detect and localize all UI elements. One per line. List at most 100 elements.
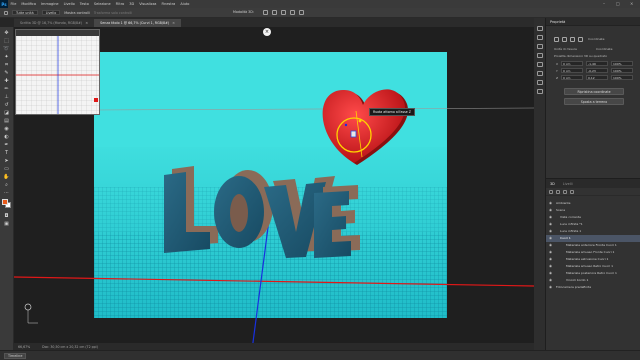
- mesh-filter-icon[interactable]: [556, 189, 560, 194]
- maximize-icon[interactable]: □: [616, 1, 620, 6]
- blur-tool-icon[interactable]: ◉: [3, 126, 10, 132]
- eye-icon[interactable]: ◉: [549, 243, 552, 247]
- show-controls-checkbox[interactable]: Mostra controlli: [64, 11, 90, 15]
- gradient-tool-icon[interactable]: ▤: [3, 118, 10, 124]
- auto-select-dropdown[interactable]: Tutte unità: [12, 10, 38, 15]
- layer-row[interactable]: ◉ Fotocamera predefinita: [546, 284, 640, 291]
- close-window-icon[interactable]: ×: [630, 1, 633, 6]
- mesh-icon[interactable]: [554, 37, 559, 42]
- styles-panel-icon[interactable]: [537, 71, 543, 76]
- layer-row[interactable]: ◉ Materiale smusso Fronte Cuori 1: [546, 249, 640, 256]
- crop-tool-icon[interactable]: ⌗: [3, 62, 10, 68]
- roll-3d-icon[interactable]: [272, 10, 277, 15]
- scale-3d-icon[interactable]: [299, 10, 304, 15]
- tab-layers[interactable]: Livelli: [563, 182, 573, 186]
- eye-icon[interactable]: ◉: [549, 278, 552, 282]
- eye-icon[interactable]: ◉: [549, 236, 552, 240]
- layer-row[interactable]: ◉ Materiale anteriore Fronte Cuori 1: [546, 242, 640, 249]
- quick-mask-icon[interactable]: ◘: [3, 213, 10, 219]
- menu-visualizza[interactable]: Visualizza: [137, 2, 159, 6]
- pos-y-input[interactable]: 0 cm: [561, 68, 583, 73]
- menu-finestra[interactable]: Finestra: [159, 2, 178, 6]
- screen-mode-icon[interactable]: ▣: [3, 221, 10, 227]
- eye-icon[interactable]: ◉: [549, 229, 552, 233]
- layer-row[interactable]: ◉ Vista corrente: [546, 214, 640, 221]
- eye-icon[interactable]: ◉: [549, 285, 552, 289]
- deform-icon[interactable]: [562, 37, 567, 42]
- brushes-panel-icon[interactable]: [537, 53, 543, 58]
- layer-row[interactable]: ◉ Scena: [546, 207, 640, 214]
- layer-row[interactable]: ◉ Ambiente: [546, 200, 640, 207]
- layer-row[interactable]: ◉ Materiale posteriore Retro Cuori 1: [546, 270, 640, 277]
- drag-3d-icon[interactable]: [281, 10, 286, 15]
- eye-icon[interactable]: ◉: [549, 264, 552, 268]
- close-icon[interactable]: ×: [85, 21, 88, 25]
- menu-3d[interactable]: 3D: [127, 2, 137, 6]
- orbit-3d-icon[interactable]: [263, 10, 268, 15]
- scale-y-input[interactable]: 100%: [611, 68, 633, 73]
- layer-row[interactable]: ◉ Luce infinita 1: [546, 228, 640, 235]
- magic-wand-icon[interactable]: ✦: [3, 54, 10, 60]
- coordinates-icon[interactable]: [578, 37, 583, 42]
- adjustments-panel-icon[interactable]: [537, 62, 543, 67]
- zoom-tool-icon[interactable]: ⌕: [3, 182, 10, 188]
- history-panel-icon[interactable]: [537, 26, 543, 31]
- move-to-ground-button[interactable]: Sposta a terreno: [564, 98, 624, 105]
- menu-file[interactable]: File: [8, 2, 19, 6]
- menu-selezione[interactable]: Selezione: [91, 2, 113, 6]
- tab-senza-titolo[interactable]: Senza titolo 1 @ 66,7% (Curvi 1, RGB/8#)…: [94, 19, 182, 27]
- minimize-icon[interactable]: –: [603, 1, 605, 6]
- shape-tool-icon[interactable]: ▭: [3, 166, 10, 172]
- menu-aiuto[interactable]: Aiuto: [178, 2, 192, 6]
- healing-brush-icon[interactable]: ✚: [3, 78, 10, 84]
- dodge-tool-icon[interactable]: ◐: [3, 134, 10, 140]
- zoom-level[interactable]: 66,67%: [18, 345, 30, 349]
- close-icon[interactable]: ×: [172, 21, 175, 25]
- menu-livello[interactable]: Livello: [61, 2, 77, 6]
- slide-3d-icon[interactable]: [290, 10, 295, 15]
- layer-row[interactable]: ◉ Materiale estrusione Cuori 1: [546, 256, 640, 263]
- menu-immagine[interactable]: Immagine: [39, 2, 62, 6]
- foreground-color-swatch[interactable]: [2, 199, 8, 205]
- eye-icon[interactable]: ◉: [549, 257, 552, 261]
- tab-3d[interactable]: 3D: [550, 182, 555, 186]
- layer-row[interactable]: ◉ Vincoli bordo 1: [546, 277, 640, 284]
- eye-icon[interactable]: ◉: [549, 201, 552, 205]
- eraser-tool-icon[interactable]: ◪: [3, 110, 10, 116]
- paths-panel-icon[interactable]: [537, 80, 543, 85]
- marquee-tool-icon[interactable]: ⬚: [3, 38, 10, 44]
- eyedropper-icon[interactable]: ✎: [3, 70, 10, 76]
- type-tool-icon[interactable]: T: [3, 150, 10, 156]
- history-brush-icon[interactable]: ↺: [3, 102, 10, 108]
- cap-icon[interactable]: [570, 37, 575, 42]
- move-tool-icon[interactable]: ✥: [3, 30, 10, 36]
- brush-tool-icon[interactable]: ✏: [3, 86, 10, 92]
- rot-z-input[interactable]: 0,12: [586, 75, 608, 80]
- layer-dropdown[interactable]: Livello: [41, 10, 61, 15]
- lasso-tool-icon[interactable]: ➰: [3, 46, 10, 52]
- timeline-tab[interactable]: Timeline: [4, 352, 27, 359]
- layer-row-selected[interactable]: ◉ Cuori 1: [546, 235, 640, 242]
- pen-tool-icon[interactable]: ✒: [3, 142, 10, 148]
- swatches-panel-icon[interactable]: [537, 44, 543, 49]
- project-checkbox-label[interactable]: Proietta dimensioni 3D su quadrato: [554, 54, 607, 58]
- reset-coordinates-button[interactable]: Ripristina coordinate: [564, 88, 624, 95]
- scene-filter-icon[interactable]: [549, 189, 553, 194]
- scale-x-input[interactable]: 100%: [611, 61, 633, 66]
- layer-row[interactable]: ◉ Materiale smusso Retro Cuori 1: [546, 263, 640, 270]
- eye-icon[interactable]: ◉: [549, 222, 552, 226]
- more-tools-icon[interactable]: ⋯: [3, 190, 10, 196]
- rot-x-input[interactable]: -1,49: [586, 61, 608, 66]
- path-selection-icon[interactable]: ➤: [3, 158, 10, 164]
- rot-y-input[interactable]: -0,23: [586, 68, 608, 73]
- pos-z-input[interactable]: 0 cm: [561, 75, 583, 80]
- menu-modifica[interactable]: Modifica: [19, 2, 39, 6]
- close-icon[interactable]: ×: [263, 28, 271, 36]
- tab-scritta-3d[interactable]: Scritta 3D @ 16,7% (Mondo, RGB/8#) ×: [14, 19, 95, 27]
- pos-x-input[interactable]: 0 cm: [561, 61, 583, 66]
- eye-icon[interactable]: ◉: [549, 208, 552, 212]
- move-tool-icon[interactable]: [4, 10, 8, 15]
- stamp-tool-icon[interactable]: ⊥: [3, 94, 10, 100]
- hand-tool-icon[interactable]: ✋: [3, 174, 10, 180]
- menu-filtro[interactable]: Filtro: [113, 2, 127, 6]
